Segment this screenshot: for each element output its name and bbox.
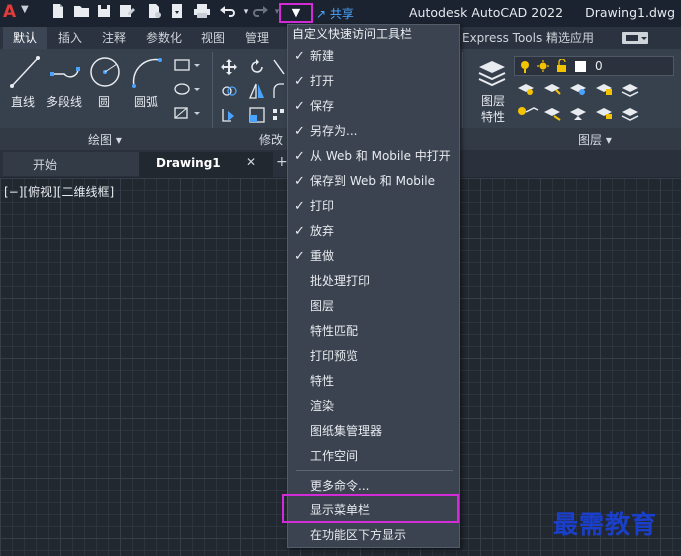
- rectangle-tool-icon[interactable]: [173, 58, 201, 72]
- layer-tools-row-1[interactable]: [516, 80, 666, 98]
- file-tab-start[interactable]: 开始: [3, 152, 139, 176]
- menu-item-save-to-web[interactable]: ✓ 保存到 Web 和 Mobile: [288, 169, 459, 194]
- menu-item-render[interactable]: 渲染: [288, 394, 459, 419]
- print-icon[interactable]: [193, 3, 211, 21]
- menu-item-sheet-set-manager[interactable]: 图纸集管理器: [288, 419, 459, 444]
- viewport-controls-label[interactable]: [−][俯视][二维线框]: [4, 183, 114, 200]
- save-icon[interactable]: [96, 3, 114, 21]
- app-menu-chevron-icon[interactable]: ▼: [21, 4, 29, 15]
- checkmark-icon: ✓: [294, 124, 305, 139]
- line-tool-label[interactable]: 直线: [11, 93, 35, 110]
- new-tab-icon[interactable]: +: [276, 154, 288, 174]
- menu-item-redo[interactable]: ✓ 重做: [288, 244, 459, 269]
- tab-default[interactable]: 默认: [3, 27, 48, 49]
- layer-tools-row-2[interactable]: [516, 104, 666, 122]
- customize-quick-access-dropdown[interactable]: ▼: [279, 3, 313, 23]
- tab-express-tools[interactable]: Express Tools: [462, 27, 542, 49]
- checkmark-icon: ✓: [294, 74, 305, 89]
- move-tool-icon[interactable]: [220, 58, 238, 76]
- menu-item-batch-plot[interactable]: 批处理打印: [288, 269, 459, 294]
- mirror-tool-icon[interactable]: [248, 82, 266, 100]
- arc-tool-icon[interactable]: [130, 54, 166, 90]
- tab-featured-apps[interactable]: 精选应用: [546, 27, 594, 49]
- file-tab-drawing1[interactable]: Drawing1 ✕: [139, 152, 273, 177]
- menu-item-show-below-ribbon[interactable]: 在功能区下方显示: [288, 523, 459, 548]
- hatch-tool-icon[interactable]: [173, 82, 201, 96]
- menu-title: 自定义快速访问工具栏: [292, 27, 413, 41]
- ribbon-minimize-button[interactable]: [622, 32, 648, 44]
- menu-item-open-from-web[interactable]: ✓ 从 Web 和 Mobile 中打开: [288, 144, 459, 169]
- share-icon: ↗: [316, 7, 327, 21]
- menu-item-plot[interactable]: ✓ 打印: [288, 194, 459, 219]
- dropdown-arrow-icon: ▼: [291, 6, 301, 19]
- checkmark-icon: ✓: [294, 49, 305, 64]
- menu-item-save[interactable]: ✓ 保存: [288, 94, 459, 119]
- show-menubar-highlight: [282, 494, 459, 523]
- close-tab-icon[interactable]: ✕: [246, 155, 256, 169]
- layer-properties-label[interactable]: 图层 特性: [481, 93, 505, 125]
- trim-tool-icon[interactable]: [272, 58, 286, 76]
- new-file-icon[interactable]: [50, 3, 68, 21]
- tab-parametric[interactable]: 参数化: [146, 27, 182, 49]
- circle-tool-label[interactable]: 圆: [98, 93, 110, 110]
- tab-view[interactable]: 视图: [201, 27, 225, 49]
- autocad-logo-icon[interactable]: A: [3, 2, 16, 22]
- menu-item-new[interactable]: ✓ 新建: [288, 44, 459, 69]
- gradient-tool-icon[interactable]: [173, 106, 201, 120]
- tab-manage[interactable]: 管理: [245, 27, 269, 49]
- draw-panel-title[interactable]: 绘图 ▾: [88, 131, 122, 148]
- stretch-tool-icon[interactable]: [220, 106, 238, 124]
- polyline-tool-label[interactable]: 多段线: [46, 93, 82, 110]
- checkmark-icon: ✓: [294, 249, 305, 264]
- fillet-tool-icon[interactable]: [272, 82, 286, 100]
- menu-item-layer[interactable]: 图层: [288, 294, 459, 319]
- copy-tool-icon[interactable]: [220, 82, 238, 100]
- menu-item-properties[interactable]: 特性: [288, 369, 459, 394]
- menu-item-plot-preview[interactable]: 打印预览: [288, 344, 459, 369]
- current-layer-name: 0: [595, 59, 603, 73]
- save-as-icon[interactable]: [119, 3, 137, 21]
- line-tool-icon[interactable]: [8, 54, 42, 90]
- tab-annotate[interactable]: 注释: [102, 27, 126, 49]
- menu-item-open[interactable]: ✓ 打开: [288, 69, 459, 94]
- menu-divider: [296, 470, 453, 471]
- layer-properties-icon[interactable]: [475, 55, 509, 89]
- window-title: Autodesk AutoCAD 2022 Drawing1.dwg: [409, 5, 676, 20]
- checkmark-icon: ✓: [294, 149, 305, 164]
- checkmark-icon: ✓: [294, 224, 305, 239]
- share-button[interactable]: ↗ 共享: [316, 5, 354, 22]
- layer-dropdown[interactable]: 0: [514, 56, 674, 76]
- menu-item-match-properties[interactable]: 特性匹配: [288, 319, 459, 344]
- menu-item-workspace[interactable]: 工作空间: [288, 444, 459, 469]
- modify-panel-title[interactable]: 修改: [259, 131, 283, 148]
- checkmark-icon: ✓: [294, 99, 305, 114]
- tab-insert[interactable]: 插入: [58, 27, 82, 49]
- open-folder-icon[interactable]: [73, 3, 91, 21]
- array-tool-icon[interactable]: [272, 106, 286, 124]
- checkmark-icon: ✓: [294, 199, 305, 214]
- menu-item-undo[interactable]: ✓ 放弃: [288, 219, 459, 244]
- arc-tool-label[interactable]: 圆弧: [134, 93, 158, 110]
- undo-icon[interactable]: [218, 3, 236, 21]
- watermark-text: 最需教育: [553, 510, 658, 539]
- layers-panel-title[interactable]: 图层 ▾: [578, 131, 612, 148]
- rotate-tool-icon[interactable]: [248, 58, 266, 76]
- open-from-web-icon[interactable]: [146, 3, 164, 21]
- menu-item-save-as[interactable]: ✓ 另存为...: [288, 119, 459, 144]
- polyline-tool-icon[interactable]: [48, 54, 84, 90]
- checkmark-icon: ✓: [294, 174, 305, 189]
- circle-tool-icon[interactable]: [87, 54, 123, 90]
- save-to-web-icon[interactable]: [169, 3, 187, 21]
- scale-tool-icon[interactable]: [248, 106, 266, 124]
